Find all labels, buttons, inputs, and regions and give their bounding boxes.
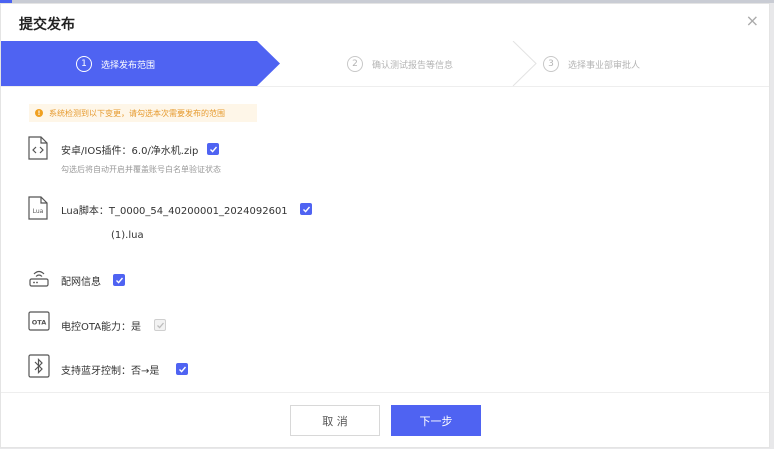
- check-icon: [115, 277, 123, 284]
- network-checkbox[interactable]: [113, 274, 125, 286]
- step-2-label: 确认测试报告等信息: [372, 60, 454, 71]
- dialog-footer: 取 消 下一步: [1, 392, 769, 448]
- ota-checkbox: [154, 319, 166, 331]
- dialog-title: 提交发布: [19, 17, 75, 33]
- ota-icon: OTA: [28, 311, 50, 331]
- change-notice: ! 系统检测到以下变更，请勾选本次需要发布的范围: [29, 104, 257, 122]
- lua-icon-text: Lua: [33, 208, 44, 215]
- step-1: 1 选择发布范围: [76, 54, 155, 74]
- step-3-label: 选择事业部审批人: [568, 60, 641, 71]
- network-label: 配网信息: [61, 277, 101, 288]
- code-file-icon: [28, 136, 48, 160]
- warning-icon: !: [35, 109, 43, 117]
- step-2: 2 确认测试报告等信息: [347, 54, 453, 74]
- publish-dialog: 提交发布 × 1 选择发布范围 2 确认测试报告等信息 3 选择事业部审批人 !…: [0, 3, 770, 448]
- check-icon: [178, 366, 186, 373]
- lua-label: Lua脚本：T_0000_54_40200001_2024092601: [61, 206, 288, 217]
- check-icon: [156, 322, 164, 329]
- close-icon[interactable]: ×: [746, 12, 759, 30]
- lua-file-icon: Lua: [28, 196, 48, 220]
- lua-label-continuation: (1).lua: [111, 230, 144, 241]
- router-icon: [29, 270, 49, 287]
- bluetooth-checkbox[interactable]: [176, 363, 188, 375]
- step-1-number: 1: [76, 56, 92, 72]
- bluetooth-label: 支持蓝牙控制：否→是: [61, 366, 160, 377]
- step-3-number: 3: [543, 56, 559, 72]
- plugin-checkbox[interactable]: [207, 143, 219, 155]
- step-1-label: 选择发布范围: [101, 60, 156, 71]
- steps-bar: 1 选择发布范围 2 确认测试报告等信息 3 选择事业部审批人: [1, 41, 769, 87]
- plugin-label: 安卓/IOS插件：6.0/净水机.zip: [61, 146, 199, 157]
- ota-label: 电控OTA能力：是: [61, 322, 142, 333]
- check-icon: [209, 146, 217, 153]
- plugin-subtext: 勾选后将自动开启并覆盖账号白名单验证状态: [61, 165, 221, 174]
- next-step-button[interactable]: 下一步: [391, 405, 481, 436]
- step-2-number: 2: [347, 56, 363, 72]
- lua-checkbox[interactable]: [300, 203, 312, 215]
- check-icon: [302, 206, 310, 213]
- cancel-button[interactable]: 取 消: [290, 405, 380, 436]
- ota-icon-text: OTA: [32, 319, 47, 327]
- dialog-header: 提交发布 ×: [1, 4, 769, 40]
- step-divider: [512, 41, 537, 86]
- bluetooth-icon: [28, 354, 50, 378]
- step-3: 3 选择事业部审批人: [543, 54, 640, 74]
- notice-text: 系统检测到以下变更，请勾选本次需要发布的范围: [49, 108, 225, 118]
